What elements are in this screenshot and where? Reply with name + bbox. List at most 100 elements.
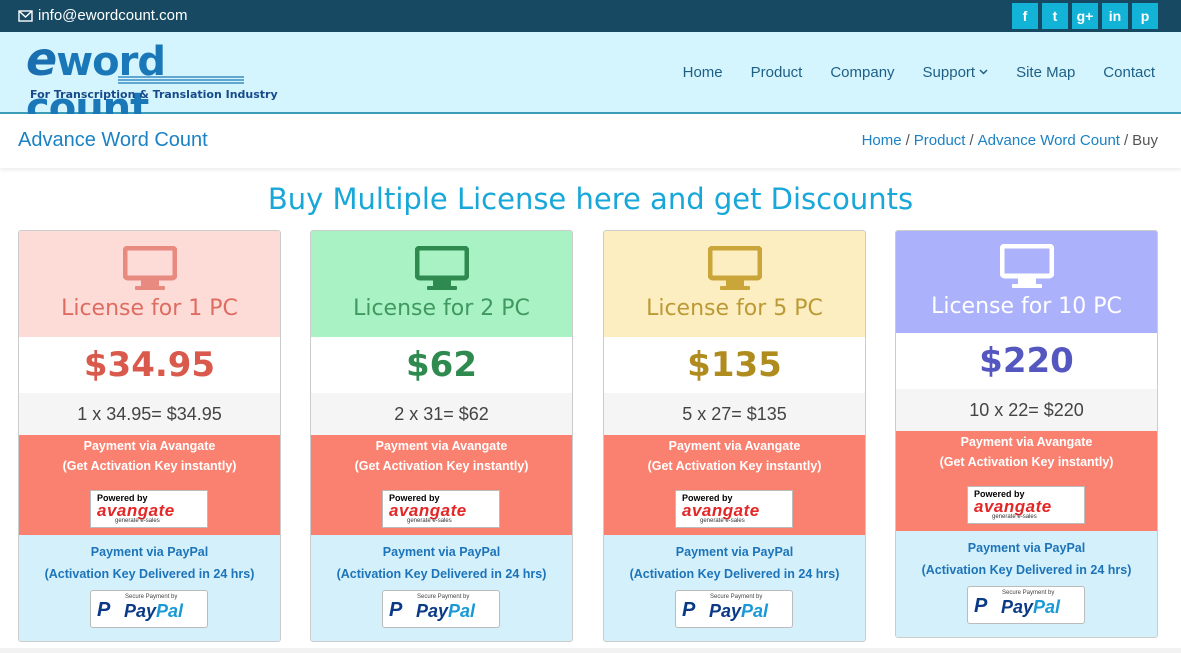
logo-tagline: For Transcription & Translation Industry (30, 88, 278, 101)
pricing-card-2pc: License for 2 PC $62 2 x 31= $62 Payment… (310, 230, 573, 642)
card-header: License for 5 PC (604, 231, 865, 337)
card-header: License for 1 PC (19, 231, 280, 337)
social-links: f t g+ in p (1012, 3, 1158, 29)
card-header: License for 2 PC (311, 231, 572, 337)
avangate-section: Payment via Avangate (Get Activation Key… (604, 435, 865, 535)
pinterest-icon[interactable]: p (1132, 3, 1158, 29)
breadcrumb-home[interactable]: Home (862, 132, 902, 149)
paypal-title: Payment via PayPal (675, 545, 794, 559)
avangate-buy-button[interactable]: Powered by avangate generate e-sales (675, 490, 793, 528)
linkedin-icon[interactable]: in (1102, 3, 1128, 29)
avangate-subtitle: (Get Activation Key instantly) (647, 459, 822, 473)
pricing-card-10pc: License for 10 PC $220 10 x 22= $220 Pay… (895, 230, 1158, 638)
paypal-subtitle: (Activation Key Delivered in 24 hrs) (44, 567, 255, 581)
paypal-secure-text: Secure Payment by (1002, 590, 1055, 596)
card-calculation: 2 x 31= $62 (311, 393, 572, 435)
card-price: $135 (604, 337, 865, 393)
avangate-tagline: generate e-sales (700, 518, 745, 524)
pricing-card-1pc: License for 1 PC $34.95 1 x 34.95= $34.9… (18, 230, 281, 642)
page-title-bar: Advance Word Count Home / Product / Adva… (0, 114, 1181, 168)
main-nav: Home Product Company Support Site Map Co… (683, 32, 1155, 112)
avangate-section: Payment via Avangate (Get Activation Key… (19, 435, 280, 535)
avangate-tagline: generate e-sales (407, 518, 452, 524)
avangate-section: Payment via Avangate (Get Activation Key… (311, 435, 572, 535)
envelope-icon (18, 9, 33, 22)
card-calculation: 10 x 22= $220 (896, 389, 1157, 431)
card-calculation: 5 x 27= $135 (604, 393, 865, 435)
paypal-buy-button[interactable]: P Secure Payment by PayPal (382, 590, 500, 628)
paypal-buy-button[interactable]: P Secure Payment by PayPal (675, 590, 793, 628)
paypal-secure-text: Secure Payment by (417, 594, 470, 600)
avangate-tagline: generate e-sales (115, 518, 160, 524)
paypal-section: Payment via PayPal (Activation Key Deliv… (311, 535, 572, 641)
twitter-icon[interactable]: t (1042, 3, 1068, 29)
logo-lines (118, 76, 244, 84)
paypal-title: Payment via PayPal (382, 545, 501, 559)
card-title: License for 5 PC (646, 296, 823, 321)
paypal-icon: P (682, 599, 696, 621)
paypal-section: Payment via PayPal (Activation Key Deliv… (19, 535, 280, 641)
site-logo[interactable]: eword count For Transcription & Translat… (26, 36, 278, 131)
paypal-title: Payment via PayPal (90, 545, 209, 559)
avangate-title: Payment via Avangate (960, 435, 1093, 449)
page-title: Advance Word Count (18, 129, 208, 151)
paypal-secure-text: Secure Payment by (125, 594, 178, 600)
paypal-title: Payment via PayPal (967, 541, 1086, 555)
card-calculation: 1 x 34.95= $34.95 (19, 393, 280, 435)
paypal-secure-text: Secure Payment by (710, 594, 763, 600)
paypal-icon: P (389, 599, 403, 621)
nav-company[interactable]: Company (830, 64, 894, 81)
nav-home[interactable]: Home (683, 64, 723, 81)
avangate-title: Payment via Avangate (375, 439, 508, 453)
paypal-logo: PayPal (416, 601, 476, 621)
nav-product[interactable]: Product (751, 64, 803, 81)
monitor-icon (415, 246, 469, 290)
card-title: License for 1 PC (61, 296, 238, 321)
monitor-icon (1000, 244, 1054, 288)
paypal-buy-button[interactable]: P Secure Payment by PayPal (90, 590, 208, 628)
monitor-icon (123, 246, 177, 290)
avangate-section: Payment via Avangate (Get Activation Key… (896, 431, 1157, 531)
breadcrumb-advance-word-count[interactable]: Advance Word Count (978, 132, 1120, 149)
card-title: License for 2 PC (353, 296, 530, 321)
nav-contact[interactable]: Contact (1103, 64, 1155, 81)
paypal-logo: PayPal (709, 601, 769, 621)
card-price: $62 (311, 337, 572, 393)
paypal-icon: P (97, 599, 111, 621)
avangate-tagline: generate e-sales (992, 514, 1037, 520)
email-text[interactable]: info@ewordcount.com (38, 7, 187, 24)
card-price: $34.95 (19, 337, 280, 393)
avangate-subtitle: (Get Activation Key instantly) (939, 455, 1114, 469)
breadcrumb-separator: / (969, 132, 974, 149)
card-header: License for 10 PC (896, 231, 1157, 333)
breadcrumb: Home / Product / Advance Word Count / Bu… (862, 132, 1158, 149)
avangate-title: Payment via Avangate (668, 439, 801, 453)
card-price: $220 (896, 333, 1157, 389)
avangate-buy-button[interactable]: Powered by avangate generate e-sales (967, 486, 1085, 524)
card-title: License for 10 PC (931, 294, 1122, 319)
avangate-subtitle: (Get Activation Key instantly) (354, 459, 529, 473)
nav-support[interactable]: Support (923, 64, 989, 81)
nav-support-label: Support (922, 63, 976, 81)
breadcrumb-current: Buy (1132, 132, 1158, 149)
paypal-subtitle: (Activation Key Delivered in 24 hrs) (921, 563, 1132, 577)
breadcrumb-product[interactable]: Product (914, 132, 966, 149)
site-header: eword count For Transcription & Translat… (0, 32, 1181, 131)
facebook-icon[interactable]: f (1012, 3, 1038, 29)
nav-site-map[interactable]: Site Map (1016, 64, 1075, 81)
paypal-subtitle: (Activation Key Delivered in 24 hrs) (629, 567, 840, 581)
paypal-section: Payment via PayPal (Activation Key Deliv… (896, 531, 1157, 637)
breadcrumb-separator: / (905, 132, 910, 149)
paypal-subtitle: (Activation Key Delivered in 24 hrs) (336, 567, 547, 581)
google-plus-icon[interactable]: g+ (1072, 3, 1098, 29)
email-link[interactable]: info@ewordcount.com (18, 7, 187, 24)
paypal-buy-button[interactable]: P Secure Payment by PayPal (967, 586, 1085, 624)
avangate-buy-button[interactable]: Powered by avangate generate e-sales (382, 490, 500, 528)
paypal-logo: PayPal (124, 601, 184, 621)
avangate-title: Payment via Avangate (83, 439, 216, 453)
avangate-buy-button[interactable]: Powered by avangate generate e-sales (90, 490, 208, 528)
chevron-down-icon (979, 69, 988, 75)
top-bar: info@ewordcount.com f t g+ in p (0, 0, 1181, 32)
page-divider (0, 648, 1181, 653)
paypal-section: Payment via PayPal (Activation Key Deliv… (604, 535, 865, 641)
